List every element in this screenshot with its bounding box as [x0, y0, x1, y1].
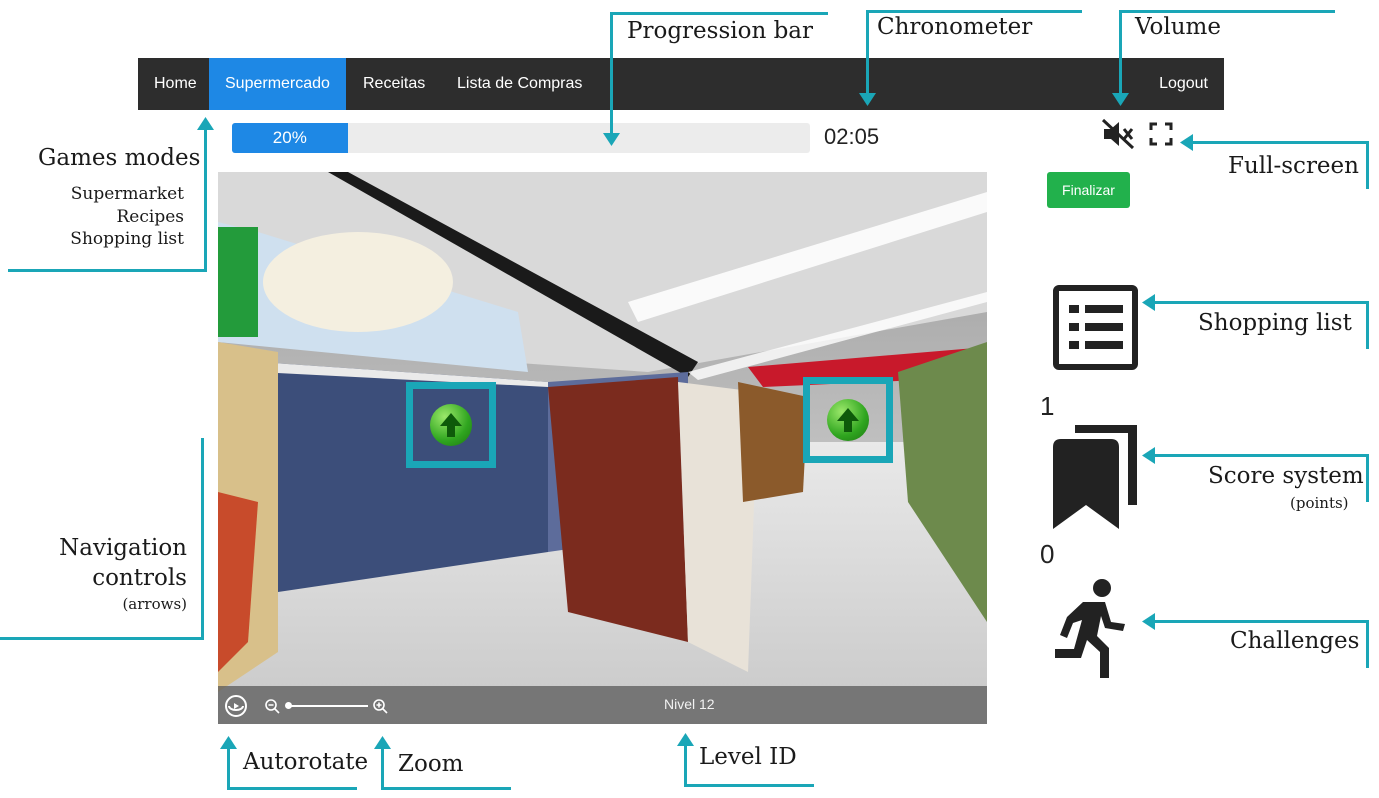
panorama-viewer[interactable]: Nivel 12: [218, 172, 987, 724]
callout-line: [684, 784, 814, 787]
annotation-shopping-list: Shopping list: [1198, 310, 1352, 336]
callout-line: [684, 742, 687, 787]
callout-line: [1366, 141, 1369, 189]
callout-line: [204, 126, 207, 272]
zoom-out-icon[interactable]: [264, 698, 280, 714]
callout-line: [610, 12, 613, 140]
annotation-navigation-2: controls: [92, 565, 187, 591]
nav-receitas[interactable]: Receitas: [347, 58, 441, 110]
nav-home[interactable]: Home: [138, 58, 213, 110]
viewer-control-bar: Nivel 12: [218, 686, 987, 724]
progress-bar: 20%: [232, 123, 810, 153]
callout-arrow-icon: [603, 133, 620, 146]
callout-line: [1366, 454, 1369, 502]
annotation-challenges: Challenges: [1230, 628, 1360, 654]
callout-line: [866, 10, 1082, 13]
nav-lista-de-compras[interactable]: Lista de Compras: [441, 58, 598, 110]
annotation-zoom: Zoom: [398, 751, 464, 777]
callout-line: [1119, 10, 1122, 98]
finalize-button[interactable]: Finalizar: [1047, 172, 1130, 208]
shopping-count: 1: [1040, 391, 1055, 421]
callout-arrow-icon: [220, 736, 237, 749]
callout-line: [866, 10, 869, 98]
chronometer: 02:05: [824, 124, 880, 149]
callout-arrow-icon: [197, 117, 214, 130]
progress-fill: 20%: [232, 123, 348, 153]
annotation-volume: Volume: [1135, 14, 1221, 40]
level-id-label: Nivel 12: [664, 696, 715, 712]
callout-arrow-icon: [374, 736, 391, 749]
annotation-supermarket: Supermarket: [70, 184, 184, 204]
callout-line: [1119, 10, 1335, 13]
annotation-full-screen: Full-screen: [1228, 153, 1359, 179]
fullscreen-icon[interactable]: [1149, 122, 1173, 146]
nav-hotspot-right[interactable]: [803, 377, 893, 463]
autorotate-icon[interactable]: [224, 694, 248, 718]
annotation-navigation-1: Navigation: [59, 535, 187, 561]
annotation-progression-bar: Progression bar: [627, 18, 814, 44]
nav-hotspot-left[interactable]: [406, 382, 496, 468]
arrow-up-hotspot-icon: [430, 404, 472, 446]
running-person-icon[interactable]: [1053, 578, 1128, 678]
callout-arrow-icon: [1142, 447, 1155, 464]
callout-line: [227, 745, 230, 790]
annotation-recipes: Recipes: [116, 207, 185, 227]
callout-line: [227, 787, 357, 790]
callout-line: [610, 12, 828, 15]
shopping-list-icon[interactable]: [1053, 285, 1138, 370]
callout-line: [1152, 454, 1369, 457]
callout-line: [0, 637, 204, 640]
zoom-slider[interactable]: [285, 702, 368, 709]
mute-icon[interactable]: [1101, 118, 1135, 150]
zoom-slider-handle[interactable]: [285, 702, 292, 709]
callout-line: [1152, 301, 1369, 304]
annotation-points: (points): [1290, 494, 1349, 512]
annotation-autorotate: Autorotate: [243, 749, 369, 775]
annotation-score-system: Score system: [1208, 463, 1364, 489]
callout-line: [201, 438, 204, 640]
callout-line: [1190, 141, 1369, 144]
points-value: 0: [1040, 539, 1055, 569]
callout-arrow-icon: [677, 733, 694, 746]
callout-arrow-icon: [1142, 294, 1155, 311]
arrow-up-hotspot-icon: [827, 399, 869, 441]
logout-link[interactable]: Logout: [1143, 58, 1224, 110]
callout-arrow-icon: [1142, 613, 1155, 630]
annotation-arrows: (arrows): [122, 595, 187, 613]
callout-arrow-icon: [1112, 93, 1129, 106]
callout-arrow-icon: [1180, 134, 1193, 151]
annotation-games-modes: Games modes: [38, 145, 201, 171]
callout-line: [381, 745, 384, 790]
callout-line: [1366, 620, 1369, 668]
callout-line: [8, 269, 207, 272]
annotation-shopping-list-mode: Shopping list: [70, 229, 184, 249]
annotation-level-id: Level ID: [699, 744, 797, 770]
callout-line: [1152, 620, 1369, 623]
annotation-chronometer: Chronometer: [877, 14, 1033, 40]
top-navbar: Home Supermercado Receitas Lista de Comp…: [138, 58, 1224, 110]
zoom-in-icon[interactable]: [372, 698, 388, 714]
callout-arrow-icon: [859, 93, 876, 106]
score-bookmark-icon: [1053, 425, 1137, 529]
nav-supermercado[interactable]: Supermercado: [209, 58, 346, 110]
callout-line: [381, 787, 511, 790]
callout-line: [1366, 301, 1369, 349]
